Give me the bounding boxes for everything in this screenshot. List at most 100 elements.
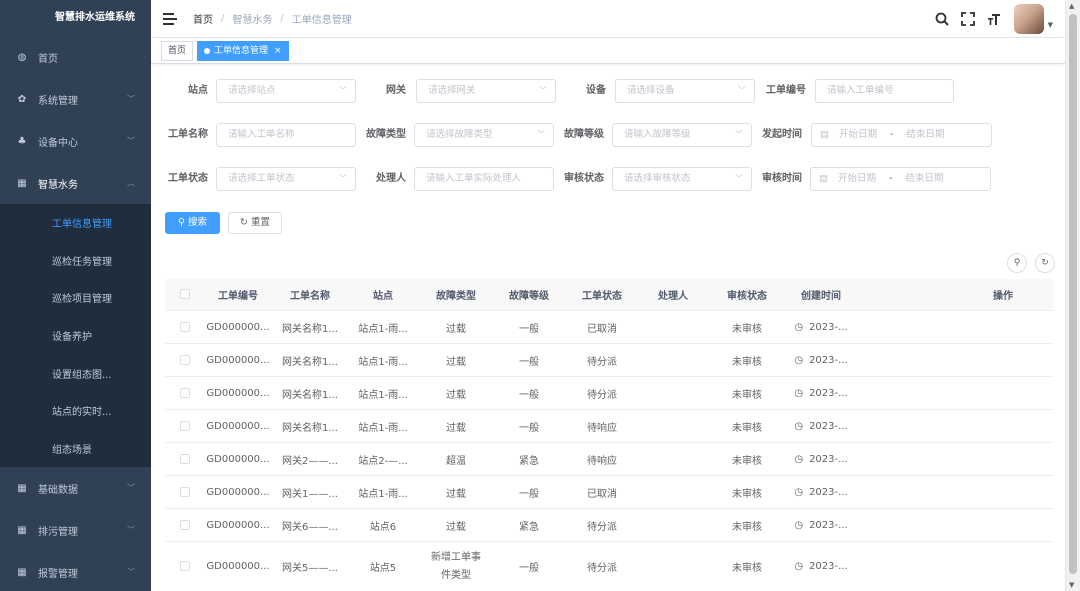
sidebar-item-label: 智慧水务	[38, 179, 78, 191]
table-row[interactable]: GD000000... 网关名称1... 站点1-雨... 过载 一般 待响应 未审核 ◷ 20…	[165, 410, 1053, 443]
sidebar-item[interactable]: ◍ 首页	[0, 36, 151, 78]
table-row[interactable]: GD000000... 网关2——... 站点2-—... 超温 紧急 待响应 未审核 ◷ 20…	[165, 443, 1053, 476]
table-cell: 未审核	[732, 521, 762, 533]
toggle-search-button[interactable]: ⚲	[1007, 253, 1027, 273]
review-time-range[interactable]: ▤ 开始日期 - 结束日期	[810, 167, 991, 191]
chevron-down-icon: ﹀	[539, 86, 547, 95]
tag-home[interactable]: 首页	[161, 40, 194, 61]
table-cell: 站点1-雨...	[358, 389, 408, 401]
row-checkbox[interactable]	[180, 486, 190, 497]
table-cell: GD000000...	[206, 561, 270, 572]
scroll-down-icon[interactable]: ▼	[1069, 581, 1074, 589]
row-checkbox[interactable]	[180, 354, 190, 365]
table-cell: 过载	[446, 521, 466, 533]
device-select[interactable]: 请选择设备 ﹀	[615, 79, 755, 103]
reset-button[interactable]: ↻ 重置	[228, 212, 282, 234]
sidebar-subitem[interactable]: 工单信息管理	[0, 204, 151, 242]
table-cell: 待响应	[587, 422, 617, 434]
review-status-select[interactable]: 请选择审核状态 ﹀	[612, 167, 752, 191]
table-cell: 待分派	[587, 563, 617, 574]
sidebar-item[interactable]: ▦ 报警管理 ﹀	[0, 551, 151, 591]
sidebar-item-smart-water[interactable]: ▦ 智慧水务 ︿	[0, 162, 151, 204]
order-name-label: 工单名称	[168, 129, 208, 140]
tag-active[interactable]: 工单信息管理 ×	[197, 40, 289, 61]
order-name-input[interactable]: 请输入工单名称	[216, 123, 356, 147]
table-row[interactable]: GD000000... 网关1——... 站点1-雨... 过载 一般 已取消 未审核 ◷ 20…	[165, 476, 1053, 509]
select-all-checkbox[interactable]	[180, 289, 190, 299]
sidebar-subitem[interactable]: 设备养护	[0, 317, 151, 355]
device-label: 设备	[586, 85, 606, 96]
row-checkbox[interactable]	[180, 420, 190, 431]
refresh-icon: ↻	[239, 217, 248, 228]
table-cell: 未审核	[732, 389, 762, 401]
table-row[interactable]: GD000000... 网关名称1... 站点1-雨... 过载 一般 已取消 未审核 ◷ 20…	[165, 311, 1053, 344]
system-title: 智慧排水运维系统	[55, 12, 135, 23]
order-status-select[interactable]: 请选择工单状态 ﹀	[216, 167, 356, 191]
scroll-thumb[interactable]	[1069, 14, 1077, 574]
page-scrollbar[interactable]: ▲ ▼	[1065, 0, 1080, 591]
sidebar-subitem[interactable]: 巡检任务管理	[0, 242, 151, 280]
table-cell: 站点6	[369, 521, 397, 533]
station-select[interactable]: 请选择站点 ﹀	[216, 79, 356, 103]
clock-icon: ◷	[794, 321, 804, 333]
gateway-select[interactable]: 请选择网关 ﹀	[416, 79, 556, 103]
table-cell: ◷ 2023-...	[794, 420, 848, 432]
table-cell: 超温	[446, 455, 466, 467]
table-cell: ◷ 2023-...	[794, 486, 848, 498]
table-cell: 紧急	[519, 521, 539, 533]
caret-down-icon[interactable]: ▼	[1048, 21, 1053, 29]
table-row[interactable]: GD000000... 网关名称1... 站点1-雨... 过载 一般 待分派 未审核 ◷ 20…	[165, 344, 1053, 377]
sidebar-item[interactable]: ▦ 基础数据 ﹀	[0, 467, 151, 509]
dashboard-icon: ◍	[17, 51, 27, 63]
table-cell: 站点1-雨...	[358, 488, 408, 500]
sidebar-subitem[interactable]: 设置组态图...	[0, 354, 151, 392]
row-checkbox[interactable]	[180, 561, 190, 571]
column-header: 处理人	[658, 291, 688, 302]
row-checkbox[interactable]	[180, 387, 190, 398]
table-cell: 站点2-—...	[358, 455, 408, 467]
close-icon[interactable]: ×	[274, 42, 282, 60]
column-header: 工单状态	[582, 291, 622, 302]
calendar-icon: ▤	[819, 173, 828, 184]
fault-level-label: 故障等级	[564, 129, 604, 140]
handler-input[interactable]: 请输入工单实际处理人	[414, 167, 554, 191]
chevron-down-icon: ﹀	[127, 483, 135, 493]
scroll-up-icon[interactable]: ▲	[1069, 2, 1074, 10]
table-row[interactable]: GD000000... 网关名称1... 站点1-雨... 过载 一般 待分派 未审核 ◷ 20…	[165, 377, 1053, 410]
table-row[interactable]: GD000000... 网关6——... 站点6 过载 紧急 待分派 未审核 ◷ 2023-..…	[165, 509, 1053, 542]
table-row[interactable]: GD000000... 网关5——... 站点5 新增工单事件类型 一般 待分派 未审核 ◷ 2…	[165, 542, 1053, 591]
table-cell: 未审核	[732, 356, 762, 368]
sidebar-item[interactable]: ♣ 设备中心 ﹀	[0, 120, 151, 162]
fault-type-select[interactable]: 请选择故障类型 ﹀	[414, 123, 554, 147]
row-checkbox[interactable]	[180, 453, 190, 464]
breadcrumb-smart-water: 智慧水务	[232, 15, 273, 26]
grid-icon: ▦	[17, 524, 27, 536]
search-icon[interactable]	[934, 11, 950, 27]
sidebar-item-label: 系统管理	[38, 95, 78, 107]
font-size-icon[interactable]	[986, 11, 1002, 27]
sidebar-subitem[interactable]: 巡检项目管理	[0, 279, 151, 317]
order-status-label: 工单状态	[168, 173, 208, 184]
avatar[interactable]	[1013, 4, 1044, 34]
table-cell: 过载	[446, 356, 466, 368]
sidebar-subitem[interactable]: 站点的实时...	[0, 392, 151, 430]
table-cell: 过载	[446, 422, 466, 434]
row-checkbox[interactable]	[180, 321, 190, 332]
breadcrumb-home[interactable]: 首页	[193, 11, 213, 26]
sidebar-item[interactable]: ✿ 系统管理 ﹀	[0, 78, 151, 120]
row-checkbox[interactable]	[180, 519, 190, 530]
table-cell: 网关名称1...	[282, 389, 338, 401]
table-cell: 过载	[446, 488, 466, 500]
table-cell: 网关1——...	[282, 488, 338, 500]
refresh-button[interactable]: ↻	[1035, 253, 1055, 273]
fault-level-select[interactable]: 请输入故障等级 ﹀	[612, 123, 752, 147]
hamburger-icon[interactable]	[163, 12, 177, 25]
sidebar-item[interactable]: ▦ 排污管理 ﹀	[0, 509, 151, 551]
sidebar-subitem[interactable]: 组态场景	[0, 430, 151, 468]
start-time-range[interactable]: ▤ 开始日期 - 结束日期	[811, 123, 992, 147]
order-no-input[interactable]: 请输入工单编号	[815, 79, 954, 103]
tree-icon: ♣	[17, 135, 27, 147]
fullscreen-icon[interactable]	[960, 11, 976, 27]
search-button[interactable]: ⚲ 搜索	[165, 212, 220, 234]
clock-icon: ◷	[794, 561, 804, 572]
